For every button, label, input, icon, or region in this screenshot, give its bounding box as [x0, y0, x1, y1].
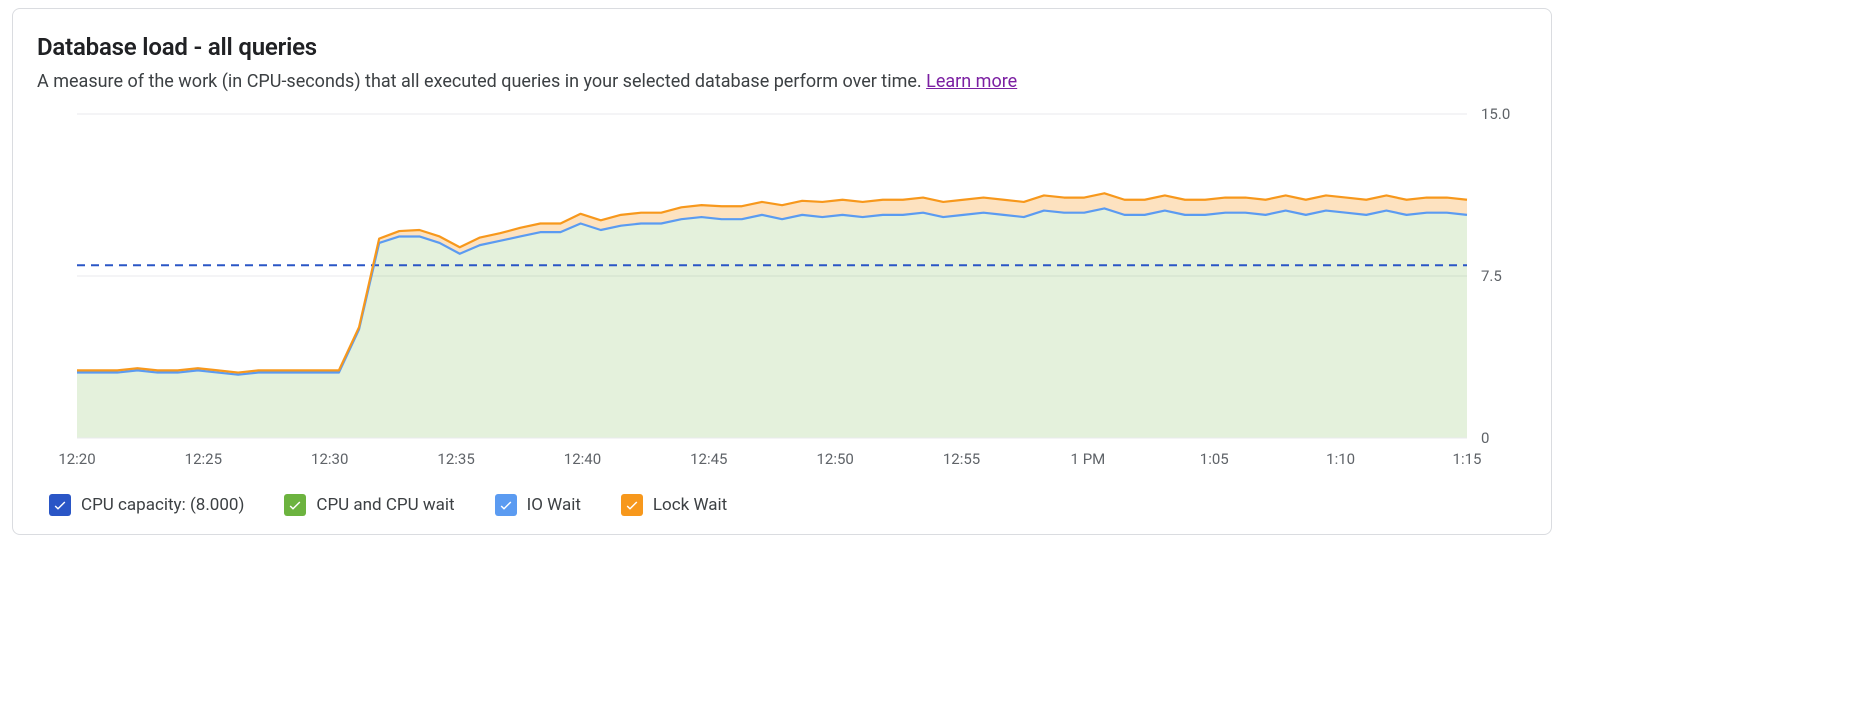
svg-text:12:20: 12:20 — [58, 450, 95, 468]
checkmark-icon — [624, 497, 640, 513]
svg-text:12:45: 12:45 — [690, 450, 727, 468]
legend-checkbox-icon — [284, 494, 306, 516]
svg-text:12:55: 12:55 — [943, 450, 980, 468]
svg-text:1:15: 1:15 — [1453, 450, 1482, 468]
svg-text:0: 0 — [1481, 429, 1489, 447]
svg-text:12:35: 12:35 — [437, 450, 474, 468]
checkmark-icon — [52, 497, 68, 513]
chart-legend: CPU capacity: (8.000) CPU and CPU wait I… — [37, 476, 1527, 516]
svg-text:12:30: 12:30 — [311, 450, 348, 468]
svg-text:1:10: 1:10 — [1326, 450, 1355, 468]
legend-label: CPU capacity: (8.000) — [81, 495, 244, 515]
learn-more-link[interactable]: Learn more — [926, 71, 1017, 92]
legend-item-lock-wait[interactable]: Lock Wait — [621, 494, 727, 516]
legend-label: CPU and CPU wait — [316, 495, 454, 515]
svg-text:1 PM: 1 PM — [1071, 450, 1106, 468]
chart-subtitle: A measure of the work (in CPU-seconds) t… — [37, 71, 1527, 92]
svg-text:1:05: 1:05 — [1200, 450, 1229, 468]
legend-item-cpu-capacity[interactable]: CPU capacity: (8.000) — [49, 494, 244, 516]
chart-plot-area: 0 7.5 15.0 12:20 12:25 12:30 12:35 12:40 12:45 12… — [37, 106, 1527, 476]
svg-text:7.5: 7.5 — [1481, 267, 1502, 285]
legend-checkbox-icon — [495, 494, 517, 516]
chart-svg: 0 7.5 15.0 12:20 12:25 12:30 12:35 12:40 12:45 12… — [37, 106, 1527, 476]
checkmark-icon — [498, 497, 514, 513]
page-title: Database load - all queries — [37, 33, 1527, 61]
checkmark-icon — [287, 497, 303, 513]
svg-text:12:40: 12:40 — [564, 450, 601, 468]
subtitle-text: A measure of the work (in CPU-seconds) t… — [37, 71, 926, 92]
legend-label: IO Wait — [527, 495, 581, 515]
legend-checkbox-icon — [621, 494, 643, 516]
chart-card: Database load - all queries A measure of… — [12, 8, 1552, 535]
svg-text:15.0: 15.0 — [1481, 106, 1510, 123]
svg-text:12:25: 12:25 — [185, 450, 222, 468]
legend-item-io-wait[interactable]: IO Wait — [495, 494, 581, 516]
legend-label: Lock Wait — [653, 495, 727, 515]
legend-checkbox-icon — [49, 494, 71, 516]
svg-text:12:50: 12:50 — [817, 450, 854, 468]
legend-item-cpu-wait[interactable]: CPU and CPU wait — [284, 494, 454, 516]
